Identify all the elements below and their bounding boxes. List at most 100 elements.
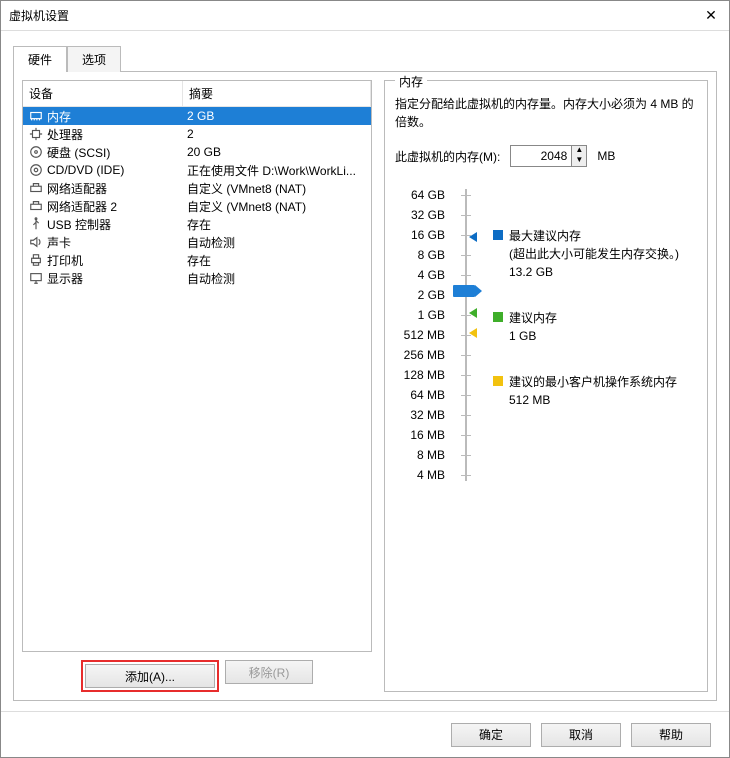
titlebar: 虚拟机设置 ✕ — [1, 1, 729, 31]
printer-icon — [27, 252, 45, 268]
slider-tick-mark — [461, 275, 471, 276]
hardware-row[interactable]: 打印机存在 — [23, 251, 371, 269]
memory-slider[interactable] — [451, 185, 481, 485]
legend-rec-text: 建议内存 1 GB — [509, 309, 557, 345]
add-button[interactable]: 添加(A)... — [85, 664, 215, 688]
hardware-row[interactable]: 内存2 GB — [23, 107, 371, 125]
add-button-label: 添加(A)... — [125, 668, 175, 685]
slider-tick-mark — [461, 395, 471, 396]
recommended-memory-marker-icon — [469, 308, 477, 318]
tick-label: 32 MB — [395, 405, 445, 425]
device-name: 显示器 — [45, 270, 187, 287]
legend-max-val: 13.2 GB — [509, 265, 553, 279]
hardware-headers: 设备 摘要 — [23, 81, 371, 107]
legend-min-text: 建议的最小客户机操作系统内存 512 MB — [509, 373, 677, 409]
tick-label: 4 GB — [395, 265, 445, 285]
memory-input-label: 此虚拟机的内存(M): — [395, 148, 500, 165]
legend-rec-title: 建议内存 — [509, 311, 557, 325]
memory-input[interactable] — [511, 146, 571, 166]
hardware-list: 设备 摘要 内存2 GB处理器2硬盘 (SCSI)20 GBCD/DVD (ID… — [22, 80, 372, 652]
hardware-row[interactable]: USB 控制器存在 — [23, 215, 371, 233]
slider-tick-mark — [461, 215, 471, 216]
slider-tick-labels: 64 GB32 GB16 GB8 GB4 GB2 GB1 GB512 MB256… — [395, 185, 445, 485]
header-device[interactable]: 设备 — [23, 81, 183, 106]
legend-max-note: (超出此大小可能发生内存交换。) — [509, 247, 679, 261]
device-summary: 存在 — [187, 252, 367, 269]
hardware-row[interactable]: 硬盘 (SCSI)20 GB — [23, 143, 371, 161]
hardware-row[interactable]: 网络适配器自定义 (VMnet8 (NAT) — [23, 179, 371, 197]
ok-label: 确定 — [479, 726, 503, 743]
tab-strip: 硬件 选项 — [13, 45, 717, 71]
memory-unit: MB — [597, 149, 615, 163]
memory-legend: 最大建议内存 (超出此大小可能发生内存交换。) 13.2 GB 建议内存 1 G… — [487, 185, 697, 485]
device-summary: 自动检测 — [187, 234, 367, 251]
square-yellow-icon — [493, 376, 503, 386]
spinner-down-icon[interactable]: ▼ — [572, 156, 586, 166]
settings-window: 虚拟机设置 ✕ 硬件 选项 设备 摘要 内存2 GB处理器2硬盘 (SCSI)2… — [0, 0, 730, 758]
memory-spinner[interactable]: ▲ ▼ — [510, 145, 587, 167]
hardware-buttons: 添加(A)... 移除(R) — [22, 660, 372, 692]
header-summary[interactable]: 摘要 — [183, 81, 371, 106]
memory-description: 指定分配给此虚拟机的内存量。内存大小必须为 4 MB 的倍数。 — [395, 95, 697, 131]
help-label: 帮助 — [659, 726, 683, 743]
slider-thumb[interactable] — [453, 285, 475, 297]
network-icon — [27, 180, 45, 196]
usb-icon — [27, 216, 45, 232]
memory-slider-area: 64 GB32 GB16 GB8 GB4 GB2 GB1 GB512 MB256… — [395, 185, 697, 485]
hardware-row[interactable]: 显示器自动检测 — [23, 269, 371, 287]
help-button[interactable]: 帮助 — [631, 723, 711, 747]
tick-label: 8 MB — [395, 445, 445, 465]
hardware-row[interactable]: 网络适配器 2自定义 (VMnet8 (NAT) — [23, 197, 371, 215]
device-summary: 自定义 (VMnet8 (NAT) — [187, 198, 367, 215]
legend-min-val: 512 MB — [509, 393, 550, 407]
legend-rec-val: 1 GB — [509, 329, 536, 343]
legend-max-text: 最大建议内存 (超出此大小可能发生内存交换。) 13.2 GB — [509, 227, 679, 281]
memory-group-label: 内存 — [395, 73, 427, 90]
device-name: 硬盘 (SCSI) — [45, 144, 187, 161]
hardware-row[interactable]: 处理器2 — [23, 125, 371, 143]
hardware-row[interactable]: CD/DVD (IDE)正在使用文件 D:\Work\WorkLi... — [23, 161, 371, 179]
legend-min-title: 建议的最小客户机操作系统内存 — [509, 375, 677, 389]
slider-tick-mark — [461, 455, 471, 456]
device-summary: 2 GB — [187, 109, 367, 123]
legend-recommended: 建议内存 1 GB — [493, 309, 697, 345]
tick-label: 4 MB — [395, 465, 445, 485]
device-name: 网络适配器 2 — [45, 198, 187, 215]
cpu-icon — [27, 126, 45, 142]
ok-button[interactable]: 确定 — [451, 723, 531, 747]
tab-options[interactable]: 选项 — [67, 46, 121, 72]
slider-tick-mark — [461, 435, 471, 436]
device-name: 处理器 — [45, 126, 187, 143]
tab-hardware[interactable]: 硬件 — [13, 46, 67, 72]
tick-label: 16 MB — [395, 425, 445, 445]
sound-icon — [27, 234, 45, 250]
device-summary: 自定义 (VMnet8 (NAT) — [187, 180, 367, 197]
tick-label: 512 MB — [395, 325, 445, 345]
remove-button-label: 移除(R) — [249, 664, 290, 681]
max-memory-marker-icon — [469, 232, 477, 242]
cancel-label: 取消 — [569, 726, 593, 743]
hardware-row[interactable]: 声卡自动检测 — [23, 233, 371, 251]
device-name: USB 控制器 — [45, 216, 187, 233]
tick-label: 8 GB — [395, 245, 445, 265]
square-blue-icon — [493, 230, 503, 240]
spinner-buttons: ▲ ▼ — [571, 146, 586, 166]
device-name: 内存 — [45, 108, 187, 125]
tab-content: 设备 摘要 内存2 GB处理器2硬盘 (SCSI)20 GBCD/DVD (ID… — [13, 71, 717, 701]
slider-tick-mark — [461, 195, 471, 196]
tick-label: 64 GB — [395, 185, 445, 205]
slider-tick-mark — [461, 415, 471, 416]
legend-min: 建议的最小客户机操作系统内存 512 MB — [493, 373, 697, 409]
memory-icon — [27, 108, 45, 124]
square-green-icon — [493, 312, 503, 322]
network-icon — [27, 198, 45, 214]
remove-button[interactable]: 移除(R) — [225, 660, 313, 684]
tick-label: 2 GB — [395, 285, 445, 305]
device-name: CD/DVD (IDE) — [45, 163, 187, 177]
slider-tick-mark — [461, 475, 471, 476]
tick-label: 128 MB — [395, 365, 445, 385]
tick-label: 1 GB — [395, 305, 445, 325]
device-summary: 20 GB — [187, 145, 367, 159]
close-icon[interactable]: ✕ — [701, 7, 721, 24]
cancel-button[interactable]: 取消 — [541, 723, 621, 747]
